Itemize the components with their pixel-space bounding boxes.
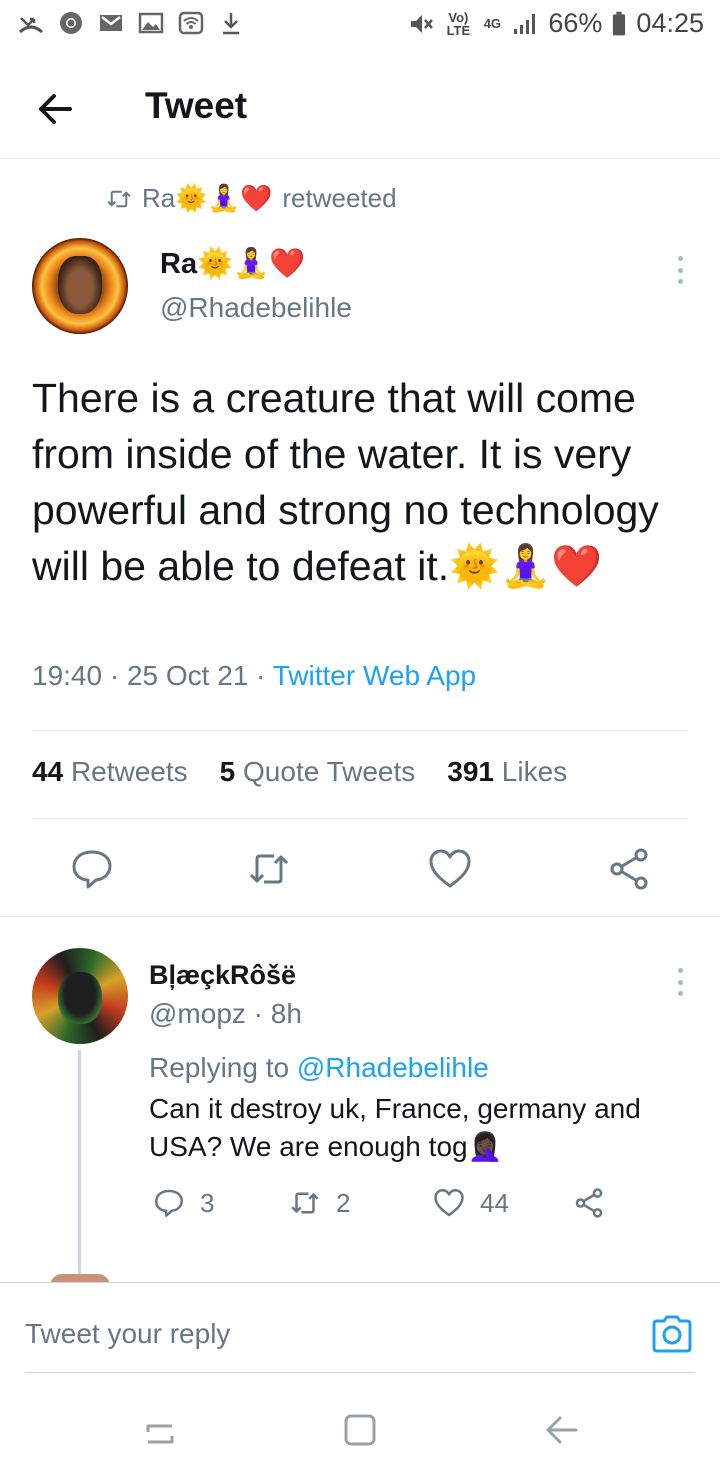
tweet-timestamp: 19:40 · 25 Oct 21 · — [32, 660, 273, 691]
recents-icon[interactable] — [140, 1410, 180, 1450]
author-avatar-face — [58, 256, 102, 314]
reply-avatar-detail — [58, 972, 102, 1024]
reply-more-icon[interactable] — [670, 962, 690, 1002]
reply-author-name[interactable]: BļæçkRôšë — [149, 960, 296, 991]
download-icon — [223, 13, 239, 35]
retweeter-emojis: 🌞🧘‍♀️❤️ — [175, 184, 273, 214]
retweeted-by[interactable]: Ra🌞🧘‍♀️❤️ retweeted — [106, 183, 397, 214]
replying-to-link[interactable]: @Rhadebelihle — [297, 1052, 489, 1083]
retweet-icon — [291, 1192, 319, 1214]
reply-icon[interactable] — [68, 845, 116, 893]
network-type: 4G — [483, 16, 502, 31]
reply-action-like[interactable]: 44 — [432, 1186, 509, 1220]
likes-stat[interactable]: 391 Likes — [447, 756, 567, 788]
tweet-meta: 19:40 · 25 Oct 21 · Twitter Web App — [32, 660, 476, 692]
reply-input[interactable]: Tweet your reply — [25, 1318, 230, 1350]
wifi-icon — [178, 11, 204, 35]
gmail-icon — [100, 15, 122, 31]
author-name-text: Ra — [160, 248, 198, 280]
divider — [32, 818, 688, 819]
reply-icon — [155, 1189, 183, 1217]
page-title: Tweet — [145, 85, 248, 126]
volte-indicator: Vo) LTE — [446, 9, 471, 38]
retweeter-name: Ra — [142, 183, 176, 213]
tweet-text: There is a creature that will come from … — [32, 370, 682, 594]
gallery-icon — [138, 12, 164, 34]
replying-to: Replying to @Rhadebelihle — [149, 1052, 489, 1084]
author-name[interactable]: Ra🌞🧘‍♀️❤️ — [160, 246, 305, 281]
replying-prefix: Replying to — [149, 1052, 297, 1083]
chrome-icon — [60, 12, 82, 34]
battery-icon — [613, 11, 626, 35]
camera-icon[interactable] — [650, 1312, 694, 1356]
reply-action-retweet[interactable]: 2 — [288, 1186, 350, 1220]
battery-percent: 66% — [548, 8, 603, 38]
tweet-more-icon[interactable] — [670, 250, 690, 290]
tweet-emojis: 🌞🧘‍♀️❤️ — [449, 542, 603, 590]
reply-text: Can it destroy uk, France, germany and U… — [149, 1090, 679, 1166]
status-bar: Vo) LTE 4G 66% 04:25 — [0, 0, 720, 50]
retweets-stat[interactable]: 44 Retweets — [32, 756, 188, 788]
back-nav-icon[interactable] — [542, 1410, 582, 1450]
thread-line — [78, 1050, 81, 1275]
quotes-stat[interactable]: 5 Quote Tweets — [220, 756, 416, 788]
reply-action-share[interactable] — [572, 1186, 606, 1220]
like-count: 44 — [480, 1187, 509, 1218]
composer-underline — [25, 1372, 695, 1373]
retweet-icon — [107, 190, 131, 207]
status-left-icons — [18, 10, 244, 36]
like-icon — [434, 1189, 464, 1217]
signal-icon — [514, 13, 536, 34]
missed-call-icon — [18, 17, 44, 34]
share-icon — [575, 1188, 603, 1218]
author-name-emojis: 🌞🧘‍♀️❤️ — [197, 246, 306, 280]
reply-count: 3 — [200, 1187, 215, 1218]
author-handle[interactable]: @Rhadebelihle — [160, 292, 352, 324]
like-icon[interactable] — [426, 845, 474, 893]
reply-emoji: 🤦🏿‍♀️ — [467, 1130, 503, 1163]
share-icon[interactable] — [605, 845, 653, 893]
section-divider — [0, 916, 720, 917]
home-icon[interactable] — [340, 1410, 380, 1450]
mute-icon — [411, 14, 434, 33]
app-header: Tweet — [0, 55, 720, 159]
reply-handle-time[interactable]: @mopz · 8h — [149, 998, 302, 1030]
tweet-source-link[interactable]: Twitter Web App — [273, 660, 476, 691]
divider — [32, 730, 688, 731]
status-right-icons: Vo) LTE 4G 66% 04:25 — [408, 8, 704, 39]
retweet-action-icon[interactable] — [245, 845, 293, 893]
reply-body: Can it destroy uk, France, germany and U… — [149, 1093, 641, 1162]
tweet-stats: 44 Retweets 5 Quote Tweets 391 Likes — [32, 756, 567, 788]
retweet-count: 2 — [336, 1187, 351, 1218]
back-arrow-icon[interactable] — [30, 83, 82, 135]
reply-action-reply[interactable]: 3 — [152, 1186, 214, 1220]
retweeted-label: retweeted — [282, 183, 397, 213]
clock: 04:25 — [636, 8, 704, 38]
